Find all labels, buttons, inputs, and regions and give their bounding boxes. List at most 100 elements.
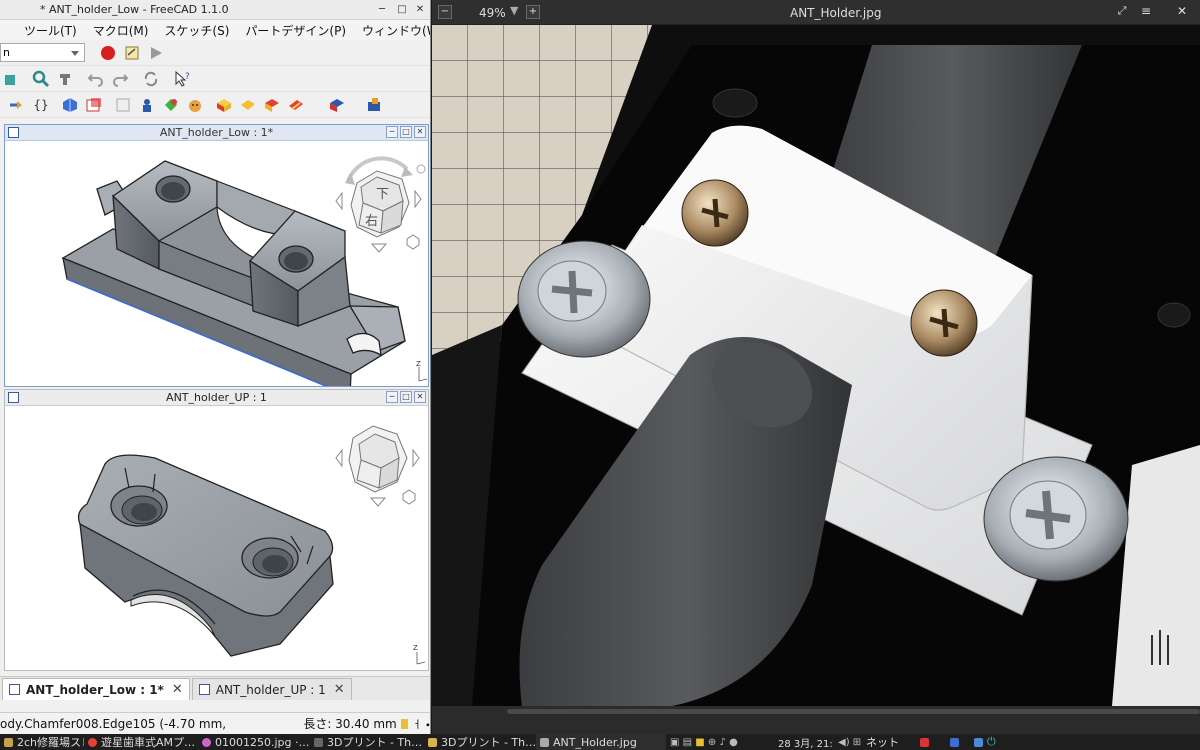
zoom-out-button[interactable]: −	[438, 5, 452, 19]
desktop-icon[interactable]	[946, 734, 970, 750]
svg-text:?: ?	[185, 72, 190, 82]
app-icon	[4, 737, 13, 747]
tab-ant-holder-low[interactable]: ANT_holder_Low : 1* ✕	[2, 678, 190, 700]
zoom-icon[interactable]	[30, 68, 52, 90]
volume-icon[interactable]: ◀) ⊞	[834, 734, 862, 750]
document-icon	[198, 684, 210, 695]
refresh-icon[interactable]	[140, 68, 162, 90]
taskbar-item[interactable]: 2ch修羅場スレ…	[0, 734, 84, 750]
taskbar-item[interactable]: 01001250.jpg ·…	[198, 734, 310, 750]
run-macro-icon[interactable]	[145, 42, 167, 64]
clock[interactable]: 28 3月, 21:18	[774, 734, 834, 750]
taskbar-item-label: 3Dプリント - Th…	[441, 736, 536, 749]
view-low-close[interactable]: ✕	[414, 126, 426, 138]
pocket-icon[interactable]	[261, 94, 283, 116]
redo-icon[interactable]	[109, 68, 131, 90]
document-tabs: ANT_holder_Low : 1* ✕ ANT_holder_UP : 1 …	[0, 676, 430, 700]
bell-icon[interactable]: ♪	[720, 737, 726, 748]
tab-up-label: ANT_holder_UP : 1	[215, 682, 326, 697]
subshape-icon[interactable]	[160, 94, 182, 116]
menu-tools[interactable]: ツール(T)	[0, 22, 85, 39]
tab-up-close-icon[interactable]: ✕	[334, 682, 345, 697]
record-macro-icon[interactable]	[97, 42, 119, 64]
maximize-button[interactable]: □	[395, 3, 409, 17]
menu-icon[interactable]: ≡	[1138, 4, 1154, 20]
hole-icon[interactable]	[285, 94, 307, 116]
part-model-up[interactable]	[77, 454, 334, 657]
menu-partdesign[interactable]: パートデザイン(P)	[237, 22, 354, 39]
sketch-icon[interactable]	[59, 94, 81, 116]
view-up-minimize[interactable]: ─	[386, 391, 398, 403]
axis-indicator: Z	[416, 360, 428, 382]
tab-low-close-icon[interactable]: ✕	[172, 682, 183, 697]
units-icon[interactable]	[400, 718, 409, 729]
clock-label: 28 3月, 21:18	[778, 738, 834, 750]
horizontal-scrollbar[interactable]	[507, 709, 1200, 714]
photo-canvas[interactable]	[432, 25, 1200, 706]
view-up-maximize[interactable]: □	[400, 391, 412, 403]
power-icon: ⏻	[987, 735, 996, 748]
menu-sketch[interactable]: スケッチ(S)	[156, 22, 237, 39]
macro-editor-icon[interactable]	[121, 42, 143, 64]
tab-ant-holder-up[interactable]: ANT_holder_UP : 1 ✕	[191, 678, 352, 700]
freecad-tray[interactable]	[916, 734, 946, 750]
freecad-icon	[920, 737, 929, 747]
minimize-button[interactable]: ─	[375, 3, 389, 17]
pad-icon[interactable]	[213, 94, 235, 116]
taskbar-item[interactable]: 3Dプリント - Th…	[310, 734, 424, 750]
boolean-icon[interactable]	[326, 94, 348, 116]
antenna-holder-photo	[432, 25, 1200, 706]
update-icon[interactable]: ●	[729, 737, 738, 748]
status-preselection: ody.Chamfer008.Edge105 (-4.70 mm, 8.74 m…	[0, 716, 226, 731]
navigation-cube[interactable]: 下 右	[335, 156, 426, 253]
network-tray-icon[interactable]: ⊕	[708, 737, 716, 748]
measure-icon[interactable]	[54, 68, 76, 90]
whats-this-icon[interactable]: ?	[171, 68, 193, 90]
view-ant-holder-low[interactable]: ANT_holder_Low : 1* ─ □ ✕ 下 右 Z	[4, 124, 429, 397]
close-button[interactable]: ✕	[413, 3, 427, 17]
status-extra: ㅓ ∙	[412, 720, 431, 731]
taskbar-item-label: 01001250.jpg ·…	[215, 735, 310, 749]
freecad-titlebar: * ANT_holder_Low - FreeCAD 1.1.0 ─ □ ✕	[0, 0, 430, 20]
menu-macro[interactable]: マクロ(M)	[85, 22, 157, 39]
3d-canvas-low[interactable]: 下 右 Z	[5, 141, 428, 397]
taskbar-item[interactable]: 遊星歯車式AMプ…	[84, 734, 198, 750]
viewer-headerbar: − 49% ▼ + ANT_Holder.jpg ⤢ ≡ ✕	[432, 0, 1200, 25]
body-icon[interactable]	[6, 94, 28, 116]
migrate-icon[interactable]	[363, 94, 385, 116]
zoom-menu-icon[interactable]: ▼	[510, 4, 518, 17]
navigation-cube-up[interactable]	[335, 425, 420, 507]
3d-canvas-up[interactable]: Z	[5, 406, 428, 670]
menu-window[interactable]: ウィンドウ(W)	[354, 22, 430, 39]
view-low-maximize[interactable]: □	[400, 126, 412, 138]
revolution-icon[interactable]	[237, 94, 259, 116]
tab-low-label: ANT_holder_Low : 1*	[26, 682, 164, 697]
view-up-close[interactable]: ✕	[414, 391, 426, 403]
view-ant-holder-up[interactable]: ANT_holder_UP : 1 ─ □ ✕ Z	[4, 389, 429, 671]
menubar: ツール(T) マクロ(M) スケッチ(S) パートデザイン(P) ウィンドウ(W…	[0, 20, 430, 40]
workbench-selector[interactable]: n	[0, 43, 85, 62]
tray-icon[interactable]: ▣	[670, 737, 679, 748]
clone-icon[interactable]	[112, 94, 134, 116]
viewer-close-icon[interactable]: ✕	[1174, 4, 1190, 20]
view-low-titlebar: ANT_holder_Low : 1* ─ □ ✕	[5, 125, 428, 141]
tray-icon[interactable]: ▤	[683, 737, 692, 748]
undo-icon[interactable]	[85, 68, 107, 90]
taskbar-item-active[interactable]: ANT_Holder.jpg	[536, 734, 666, 750]
taskbar-item-label: 2ch修羅場スレ…	[17, 736, 84, 749]
view-low-minimize[interactable]: ─	[386, 126, 398, 138]
tray-icon[interactable]: ■	[695, 737, 704, 748]
view-cube-icon[interactable]	[1, 68, 23, 90]
part-icon[interactable]: {}	[30, 94, 52, 116]
taskbar-item-label: ANT_Holder.jpg	[553, 735, 637, 749]
face-icon[interactable]	[184, 94, 206, 116]
files-tray[interactable]: ⏻	[970, 734, 1014, 750]
zoom-level[interactable]: 49%	[479, 6, 506, 20]
fullscreen-icon[interactable]: ⤢	[1114, 4, 1130, 20]
taskbar-item[interactable]: 3Dプリント - Th…	[424, 734, 536, 750]
zoom-in-button[interactable]: +	[526, 5, 540, 19]
svg-text:Z: Z	[413, 644, 418, 652]
shapebinder-icon[interactable]	[136, 94, 158, 116]
network-indicator[interactable]: ネット	[862, 734, 916, 750]
datum-icon[interactable]	[83, 94, 105, 116]
